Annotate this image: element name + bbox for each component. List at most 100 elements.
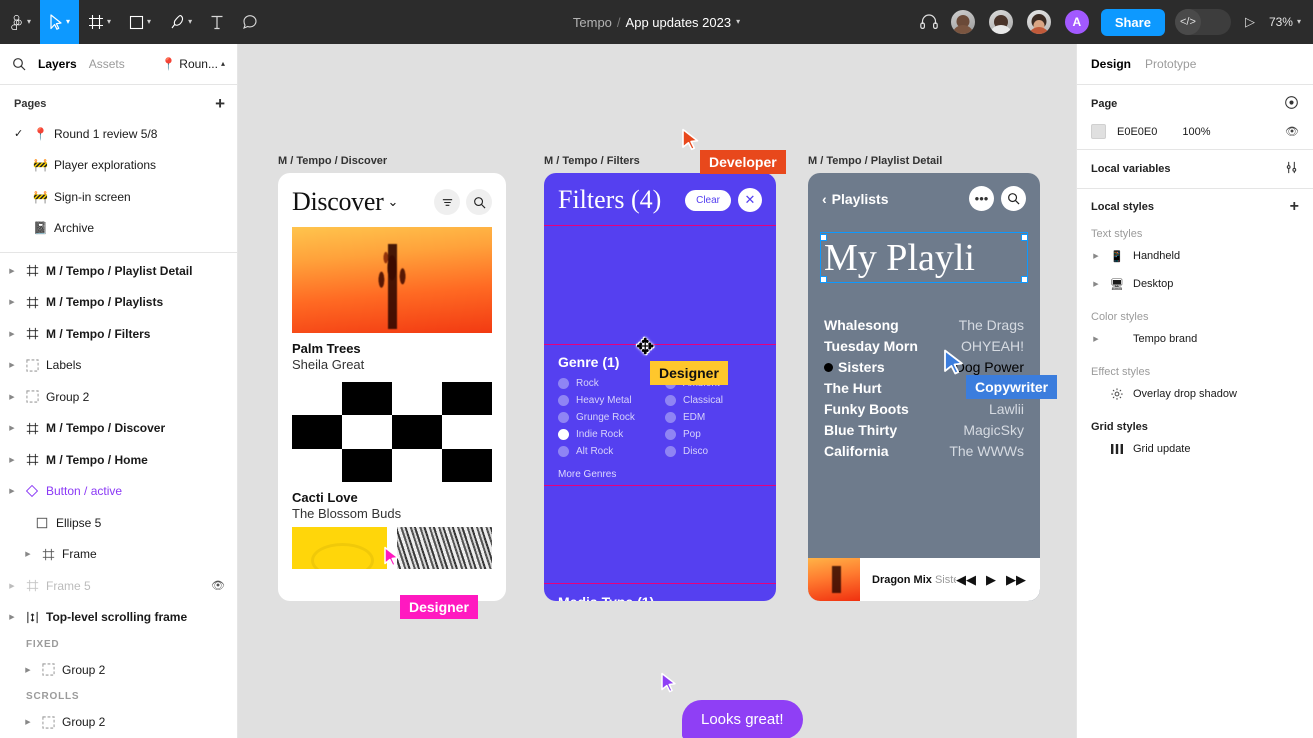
track-row[interactable]: California The WWWs: [824, 441, 1024, 462]
filters-screen[interactable]: Filters (4) Clear ✕ Genre (1) Rock Ambie…: [544, 173, 776, 601]
genre-option-disco[interactable]: Disco: [665, 443, 762, 460]
move-tool[interactable]: ▾: [40, 0, 80, 44]
layer-row[interactable]: ▶ Top-level scrolling frame: [0, 601, 237, 633]
genre-option-indie-rock[interactable]: Indie Rock: [558, 426, 655, 443]
share-button[interactable]: Share: [1100, 8, 1165, 36]
add-page-button[interactable]: +: [215, 95, 225, 112]
search-button[interactable]: [466, 189, 492, 215]
layer-row[interactable]: ▶ Labels: [0, 349, 237, 381]
disclosure-triangle-icon[interactable]: ▶: [6, 267, 18, 275]
disclosure-triangle-icon[interactable]: ▶: [6, 330, 18, 338]
disclosure-triangle-icon[interactable]: ▶: [6, 613, 18, 621]
eye-icon[interactable]: 👁: [1285, 125, 1299, 138]
tab-prototype[interactable]: Prototype: [1145, 57, 1196, 71]
disclosure-triangle-icon[interactable]: ▶: [22, 550, 34, 558]
genre-option-pop[interactable]: Pop: [665, 426, 762, 443]
search-icon[interactable]: [12, 57, 26, 71]
track-row[interactable]: Whalesong The Drags: [824, 315, 1024, 336]
more-genres-link[interactable]: More Genres: [544, 462, 776, 485]
layer-row[interactable]: ▶ Button / active: [0, 475, 237, 507]
current-user-avatar[interactable]: A: [1062, 8, 1091, 36]
play-icon[interactable]: ▶: [986, 572, 996, 588]
headphones-icon[interactable]: [919, 12, 939, 32]
avatar[interactable]: [948, 8, 977, 36]
style-icon[interactable]: [1284, 95, 1299, 113]
disclosure-triangle-icon[interactable]: ▶: [6, 298, 18, 306]
clear-button[interactable]: Clear: [685, 189, 731, 211]
color-opacity[interactable]: 100%: [1182, 126, 1210, 138]
genre-option-classical[interactable]: Classical: [665, 392, 762, 409]
back-button[interactable]: ‹ Playlists: [822, 191, 889, 207]
avatar[interactable]: [986, 8, 1015, 36]
style-item-grid-update[interactable]: Grid update: [1091, 435, 1299, 463]
frame-discover[interactable]: M / Tempo / Discover Discover ⌄ Palm Tre…: [278, 155, 506, 601]
tab-layers[interactable]: Layers: [38, 57, 77, 71]
page-item-archive[interactable]: 📓 Archive: [0, 213, 237, 245]
plus-icon[interactable]: +: [1290, 199, 1299, 215]
disclosure-triangle-icon[interactable]: ▶: [6, 487, 18, 495]
shape-tool[interactable]: ▾: [120, 0, 160, 44]
fast-forward-icon[interactable]: ▶▶: [1006, 572, 1026, 588]
resize-handle[interactable]: [820, 234, 827, 241]
text-tool[interactable]: [201, 0, 233, 44]
more-button[interactable]: •••: [969, 186, 994, 211]
current-page-chip[interactable]: 📍 Roun... ▴: [161, 57, 225, 71]
search-button[interactable]: [1001, 186, 1026, 211]
main-menu-button[interactable]: ▾: [0, 0, 40, 44]
design-canvas[interactable]: M / Tempo / Discover Discover ⌄ Palm Tre…: [238, 44, 1076, 738]
playlist-title-editing[interactable]: My Playli: [820, 232, 1028, 284]
disclosure-triangle-icon[interactable]: ▶: [6, 424, 18, 432]
file-name[interactable]: App updates 2023: [626, 15, 732, 30]
track-row[interactable]: Funky Boots Lawlii: [824, 399, 1024, 420]
layer-row[interactable]: ▶ Frame: [0, 538, 237, 570]
album-art-palm-trees[interactable]: [292, 227, 492, 333]
style-item-desktop[interactable]: ▶ 🖥 Desktop: [1091, 270, 1299, 298]
comment-tool[interactable]: [233, 0, 267, 44]
track-row[interactable]: Blue Thirty MagicSky: [824, 420, 1024, 441]
style-item-tempo-brand[interactable]: ▶ Tempo brand: [1091, 325, 1299, 353]
album-art-yellow[interactable]: [292, 527, 387, 569]
disclosure-triangle-icon[interactable]: ▶: [6, 582, 18, 590]
page-item-player-explorations[interactable]: 🚧 Player explorations: [0, 150, 237, 182]
disclosure-triangle-icon[interactable]: ▶: [6, 361, 18, 369]
disclosure-triangle-icon[interactable]: ▶: [6, 456, 18, 464]
sliders-icon[interactable]: [1284, 160, 1299, 178]
layer-row[interactable]: ▶ Group 2: [0, 381, 237, 413]
discover-screen[interactable]: Discover ⌄ Palm Trees Sheila Great Cacti…: [278, 173, 506, 601]
disclosure-triangle-icon[interactable]: ▶: [22, 718, 34, 726]
resize-handle[interactable]: [1021, 234, 1028, 241]
color-hex[interactable]: E0E0E0: [1117, 126, 1157, 138]
tab-design[interactable]: Design: [1091, 57, 1131, 71]
chevron-down-icon[interactable]: ⌄: [387, 194, 398, 210]
resize-handle[interactable]: [820, 276, 827, 284]
avatar[interactable]: [1024, 8, 1053, 36]
album-art-cacti-love[interactable]: [292, 382, 492, 482]
tab-assets[interactable]: Assets: [89, 57, 125, 71]
layer-row[interactable]: ▶ M / Tempo / Discover: [0, 412, 237, 444]
layer-row[interactable]: ▶ Group 2: [0, 706, 237, 738]
layer-row[interactable]: ▶ M / Tempo / Playlists: [0, 286, 237, 318]
disclosure-triangle-icon[interactable]: ▶: [22, 666, 34, 674]
genre-option-rock[interactable]: Rock: [558, 375, 655, 392]
mini-player[interactable]: Dragon Mix Sisters ◀◀ ▶ ▶▶: [808, 558, 1040, 601]
dev-mode-toggle[interactable]: </>: [1174, 9, 1231, 35]
page-background-row[interactable]: E0E0E0 100% 👁: [1091, 124, 1299, 139]
track-row[interactable]: Tuesday Morn OHYEAH!: [824, 336, 1024, 357]
close-button[interactable]: ✕: [738, 188, 762, 212]
genre-option-grunge-rock[interactable]: Grunge Rock: [558, 409, 655, 426]
comment-bubble[interactable]: Looks great!: [682, 700, 803, 738]
disclosure-triangle-icon[interactable]: ▶: [1091, 252, 1101, 260]
frame-tool[interactable]: ▾: [79, 0, 120, 44]
frame-label[interactable]: M / Tempo / Playlist Detail: [808, 155, 1040, 167]
layer-row[interactable]: ▶ Group 2: [0, 654, 237, 686]
layer-row[interactable]: Ellipse 5: [0, 507, 237, 539]
project-name[interactable]: Tempo: [573, 15, 612, 30]
genre-option-alt-rock[interactable]: Alt Rock: [558, 443, 655, 460]
style-item-overlay-drop-shadow[interactable]: Overlay drop shadow: [1091, 380, 1299, 408]
genre-option-heavy-metal[interactable]: Heavy Metal: [558, 392, 655, 409]
genre-option-edm[interactable]: EDM: [665, 409, 762, 426]
present-button[interactable]: ▷: [1241, 14, 1259, 30]
layer-row[interactable]: ▶ M / Tempo / Playlist Detail: [0, 255, 237, 287]
page-item-sign-in-screen[interactable]: 🚧 Sign-in screen: [0, 181, 237, 213]
layer-row[interactable]: ▶ M / Tempo / Home: [0, 444, 237, 476]
